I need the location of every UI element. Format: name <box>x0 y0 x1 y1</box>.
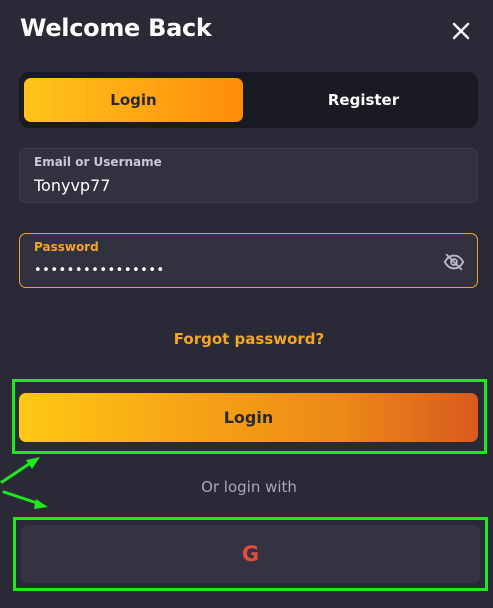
eye-off-icon <box>443 253 465 271</box>
google-login-button[interactable]: G <box>21 525 480 583</box>
close-icon <box>452 22 470 40</box>
close-button[interactable] <box>448 18 474 44</box>
social-login-divider: Or login with <box>201 478 297 496</box>
login-button[interactable]: Login <box>19 393 478 442</box>
forgot-password-link[interactable]: Forgot password? <box>0 330 493 348</box>
google-icon: G <box>241 542 260 566</box>
password-field-label: Password <box>34 240 99 254</box>
page-title: Welcome Back <box>20 14 212 42</box>
auth-tabs: Login Register <box>19 72 478 128</box>
password-field[interactable]: Password •••••••••••••••• <box>19 233 478 288</box>
password-input[interactable]: •••••••••••••••• <box>34 263 434 278</box>
toggle-password-visibility-button[interactable] <box>443 251 465 273</box>
email-field[interactable]: Email or Username <box>19 148 478 203</box>
tab-login[interactable]: Login <box>24 78 243 122</box>
email-input[interactable] <box>34 176 434 195</box>
email-field-label: Email or Username <box>34 155 162 169</box>
tab-register[interactable]: Register <box>254 78 473 122</box>
